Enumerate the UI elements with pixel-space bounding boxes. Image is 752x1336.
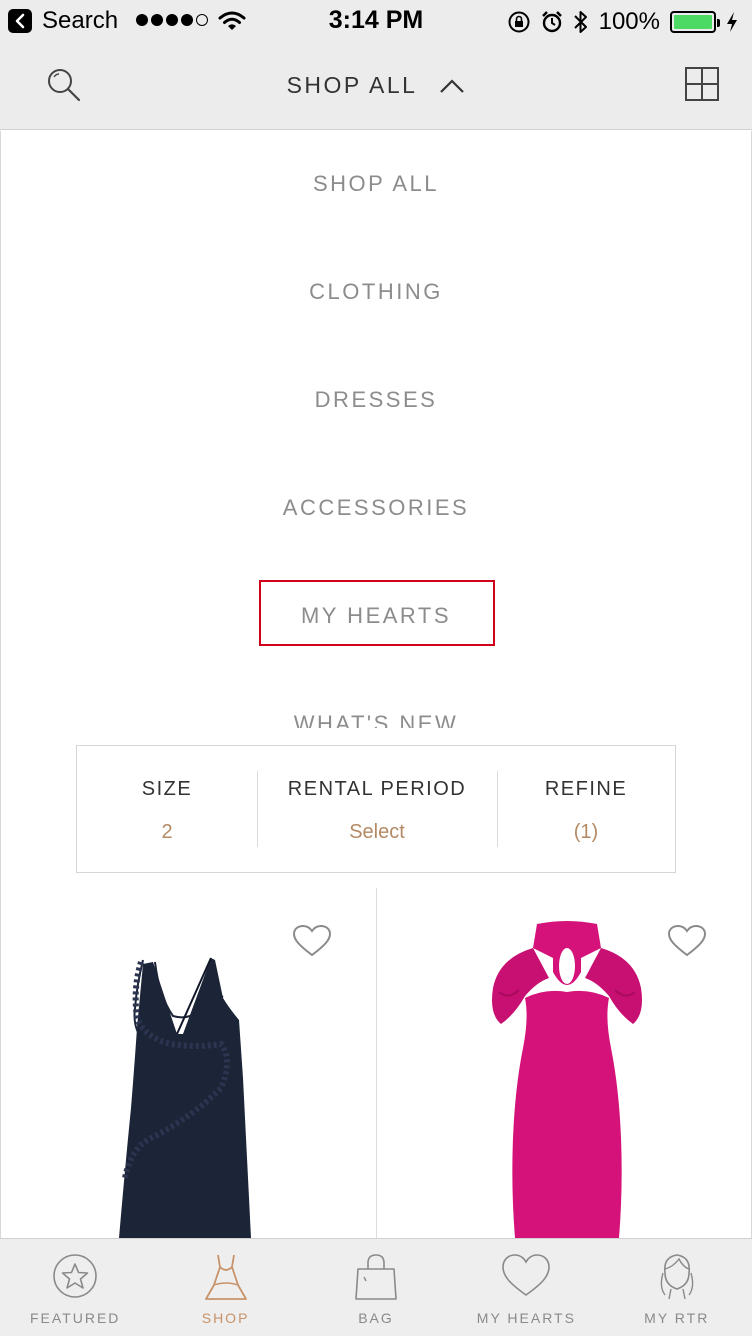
grid-view-icon[interactable] xyxy=(684,66,720,102)
orientation-lock-icon xyxy=(508,11,530,33)
refine-filter[interactable]: REFINE (1) xyxy=(497,746,675,872)
dress-icon xyxy=(204,1254,247,1300)
product-grid xyxy=(0,888,752,1238)
charging-icon xyxy=(727,12,737,32)
chevron-up-icon xyxy=(440,78,465,93)
tab-label: SHOP xyxy=(201,1310,250,1326)
size-filter[interactable]: SIZE 2 xyxy=(77,746,257,872)
tab-label: MY RTR xyxy=(644,1310,710,1326)
menu-item-whats-new[interactable]: WHAT'S NEW xyxy=(1,711,751,728)
rental-period-filter[interactable]: RENTAL PERIOD Select xyxy=(257,746,497,872)
highlight-box xyxy=(259,580,495,646)
nav-header: SHOP ALL xyxy=(0,42,752,130)
header-title: SHOP ALL xyxy=(286,72,418,98)
status-bar: Search 3:14 PM 100% xyxy=(0,0,752,42)
heart-icon[interactable] xyxy=(292,924,332,958)
heart-icon xyxy=(502,1254,551,1296)
shop-category-toggle[interactable]: SHOP ALL xyxy=(287,72,466,99)
menu-item-shop-all[interactable]: SHOP ALL xyxy=(1,171,751,197)
refine-value: (1) xyxy=(573,821,599,843)
tab-label: MY HEARTS xyxy=(476,1310,576,1326)
tab-label: BAG xyxy=(358,1310,394,1326)
alarm-icon xyxy=(541,11,562,33)
tab-my-hearts[interactable]: MY HEARTS xyxy=(451,1239,601,1336)
battery-icon xyxy=(670,11,720,33)
magenta-halter-dress-image xyxy=(492,921,642,1238)
heart-icon[interactable] xyxy=(667,924,707,958)
bottom-tab-bar: FEATURED SHOP BAG MY HEARTS MY RTR xyxy=(0,1238,752,1336)
size-filter-label: SIZE xyxy=(141,778,193,800)
rental-period-label: RENTAL PERIOD xyxy=(287,778,467,800)
rental-period-value: Select xyxy=(349,821,405,843)
navy-ruffle-slip-dress-image xyxy=(119,957,251,1238)
tab-label: FEATURED xyxy=(29,1310,121,1326)
menu-item-dresses[interactable]: DRESSES xyxy=(1,387,751,413)
refine-label: REFINE xyxy=(544,778,628,800)
menu-item-accessories[interactable]: ACCESSORIES xyxy=(1,495,751,521)
tab-featured[interactable]: FEATURED xyxy=(0,1239,150,1336)
star-icon xyxy=(53,1254,97,1298)
tab-shop[interactable]: SHOP xyxy=(150,1239,300,1336)
bluetooth-icon xyxy=(573,11,587,33)
product-card-navy-dress[interactable] xyxy=(1,888,375,1238)
filter-bar: SIZE 2 RENTAL PERIOD Select REFINE (1) xyxy=(76,745,676,873)
bag-icon xyxy=(355,1254,397,1300)
product-card-magenta-dress[interactable] xyxy=(377,888,751,1238)
battery-percent: 100% xyxy=(598,8,660,35)
menu-item-clothing[interactable]: CLOTHING xyxy=(1,279,751,305)
tab-bag[interactable]: BAG xyxy=(301,1239,451,1336)
tab-my-rtr[interactable]: MY RTR xyxy=(602,1239,752,1336)
profile-icon xyxy=(660,1254,694,1300)
size-filter-value: 2 xyxy=(161,821,173,843)
